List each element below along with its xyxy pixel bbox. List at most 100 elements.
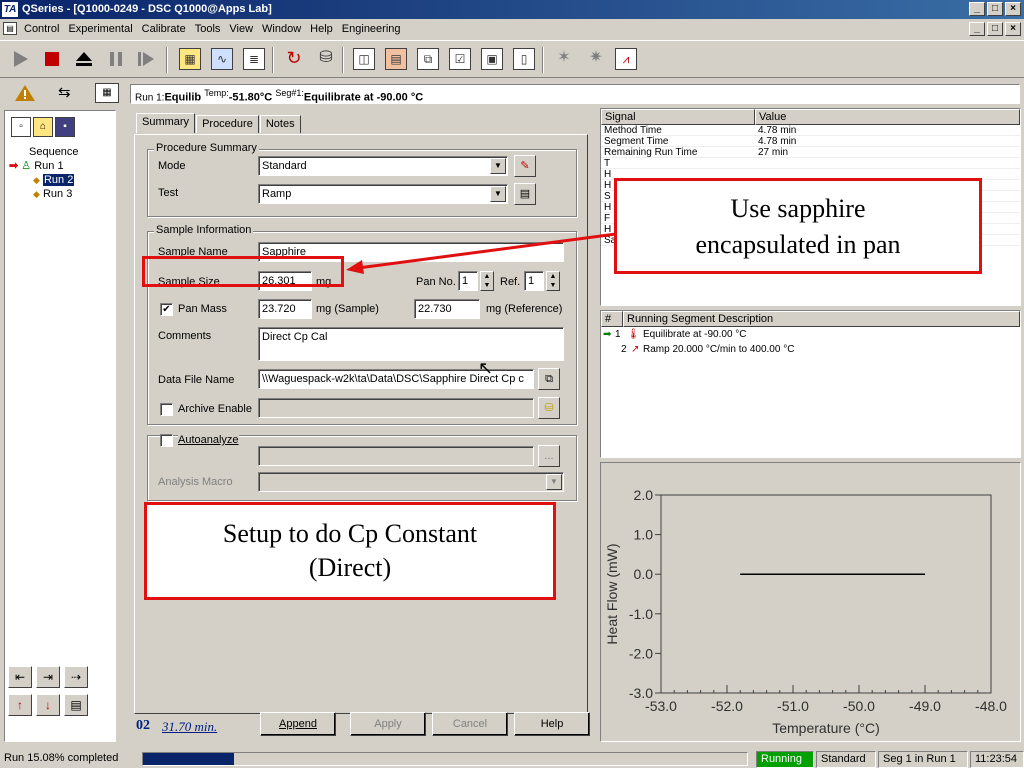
pause-icon xyxy=(110,52,122,66)
signal-plot-button[interactable]: ∿ xyxy=(208,45,236,73)
menu-tools[interactable]: Tools xyxy=(195,23,221,35)
comments-input[interactable]: Direct Cp Cal xyxy=(258,327,564,361)
transfer-icon[interactable]: ⇆ xyxy=(58,83,71,101)
window-title: QSeries - [Q1000-0249 - DSC Q1000@Apps L… xyxy=(22,3,272,15)
gradient-button[interactable]: ▤ xyxy=(382,45,410,73)
maximize-button[interactable]: □ xyxy=(987,2,1003,16)
wizard-button[interactable]: ✶ xyxy=(550,45,578,73)
browse-file-icon[interactable]: ⧉ xyxy=(538,368,560,390)
x-tick-label: -49.0 xyxy=(909,698,941,714)
help-button[interactable]: Help xyxy=(514,712,590,736)
stop-button[interactable] xyxy=(38,45,66,73)
heat-flow-chart[interactable]: 2.01.00.0-1.0-2.0-3.0-53.0 -52.0 -51.0 -50.… xyxy=(601,463,1020,741)
instrument-view-button[interactable]: ▦ xyxy=(176,45,204,73)
run-label: Run 1: xyxy=(135,92,165,104)
archive-enable-checkbox[interactable] xyxy=(160,403,173,416)
current-segment-arrow-icon: ➡ xyxy=(603,329,612,340)
segment-description-header[interactable]: Running Segment Description xyxy=(623,311,1020,327)
database-icon[interactable]: ⛁ xyxy=(538,397,560,419)
checklist-button[interactable]: ☑ xyxy=(446,45,474,73)
signal-value: 4.78 min xyxy=(758,136,797,147)
segment-number-header[interactable]: # xyxy=(601,311,623,327)
display-icon[interactable]: ▦ xyxy=(95,83,119,103)
sapphire-callout: Use sapphire encapsulated in pan xyxy=(614,178,982,274)
next-segment-button[interactable] xyxy=(132,45,160,73)
edit-method-icon[interactable]: ✎ xyxy=(514,155,536,177)
table-row[interactable]: T xyxy=(601,158,1020,169)
insert-before-icon[interactable]: ⇤ xyxy=(8,666,32,688)
list-view-button[interactable]: ≣ xyxy=(240,45,268,73)
tab-summary[interactable]: Summary xyxy=(136,113,196,133)
pause-button[interactable] xyxy=(102,45,130,73)
wizard-alt-button[interactable]: ✷ xyxy=(582,45,610,73)
sample-information-title: Sample Information xyxy=(154,224,254,236)
open-folder-icon[interactable]: ⌂ xyxy=(33,117,53,137)
mouse-cursor-icon: ↖ xyxy=(478,358,494,378)
table-row[interactable]: Method Time 4.78 min xyxy=(601,125,1020,136)
calibrate-button[interactable]: ↻ xyxy=(280,45,308,73)
analysis-macro-select: ▼ xyxy=(258,472,564,492)
child-window-icon[interactable]: ▤ xyxy=(3,22,17,35)
menu-help[interactable]: Help xyxy=(310,23,333,35)
child-restore-button[interactable]: □ xyxy=(987,22,1003,36)
append-run-icon[interactable]: ⇢ xyxy=(64,666,88,688)
clock: 11:23:54 xyxy=(970,751,1024,768)
eject-button[interactable] xyxy=(70,45,98,73)
cancel-button: Cancel xyxy=(432,712,508,736)
report-button[interactable]: ▯ xyxy=(510,45,538,73)
test-select[interactable]: Ramp ▼ xyxy=(258,184,508,204)
table-row[interactable]: Remaining Run Time 27 min xyxy=(601,147,1020,158)
menu-calibrate[interactable]: Calibrate xyxy=(142,23,186,35)
signal-name: Segment Time xyxy=(604,136,669,147)
menu-view[interactable]: View xyxy=(229,23,253,35)
menu-engineering[interactable]: Engineering xyxy=(342,23,401,35)
tab-notes[interactable]: Notes xyxy=(259,115,301,133)
signal-display-button[interactable]: ⩘ xyxy=(612,45,640,73)
edit-test-icon[interactable]: ▤ xyxy=(514,183,536,205)
close-button[interactable]: × xyxy=(1005,2,1021,16)
pan-button[interactable]: ◫ xyxy=(350,45,378,73)
insert-after-icon[interactable]: ⇥ xyxy=(36,666,60,688)
storage-button[interactable]: ▣ xyxy=(478,45,506,73)
signal-column-header[interactable]: Signal xyxy=(601,109,755,125)
child-close-button[interactable]: × xyxy=(1005,22,1021,36)
table-row[interactable]: Segment Time 4.78 min xyxy=(601,136,1020,147)
sequence-item-run2[interactable]: ◆ Run 2 xyxy=(9,173,79,187)
delete-run-icon[interactable]: ▤ xyxy=(64,694,88,716)
signal-value: 4.78 min xyxy=(758,125,797,136)
warning-icon[interactable] xyxy=(14,83,36,106)
value-column-header[interactable]: Value xyxy=(755,109,1020,125)
minimize-button[interactable]: _ xyxy=(969,2,985,16)
mode-select[interactable]: Standard ▼ xyxy=(258,156,508,176)
image-button[interactable]: ⧉ xyxy=(414,45,442,73)
pan-mass-checkbox[interactable]: ✔ xyxy=(160,303,173,316)
sequence-item-run1[interactable]: ➡ ♙ Run 1 xyxy=(9,159,79,173)
start-button[interactable] xyxy=(6,45,34,73)
signal-name: Method Time xyxy=(604,125,662,136)
sequence-item-run3[interactable]: ◆ Run 3 xyxy=(9,187,79,201)
new-file-icon[interactable]: ▫ xyxy=(11,117,31,137)
move-down-icon[interactable]: ↓ xyxy=(36,694,60,716)
child-minimize-button[interactable]: _ xyxy=(969,22,985,36)
menu-experimental[interactable]: Experimental xyxy=(68,23,132,35)
save-icon[interactable]: ▪ xyxy=(55,117,75,137)
menu-window[interactable]: Window xyxy=(262,23,301,35)
autoanalyze-checkbox[interactable] xyxy=(160,434,173,447)
pan-mass-reference-input[interactable]: 22.730 xyxy=(414,299,480,319)
move-up-icon[interactable]: ↑ xyxy=(8,694,32,716)
menu-control[interactable]: Control xyxy=(24,23,59,35)
run-setup-panel: Summary Procedure Notes Procedure Summar… xyxy=(120,110,596,742)
next-segment-icon xyxy=(138,52,154,66)
chevron-down-icon[interactable]: ▼ xyxy=(490,158,506,174)
cancel-button-label: Cancel xyxy=(452,718,488,730)
table-row[interactable]: 2 ↗ Ramp 20.000 °C/min to 400.00 °C xyxy=(601,342,1020,357)
pan-mass-sample-input[interactable]: 23.720 xyxy=(258,299,312,319)
sequence-root[interactable]: Sequence xyxy=(9,145,79,159)
append-button[interactable]: Append xyxy=(260,712,336,736)
archive-enable-label: Archive Enable xyxy=(178,403,252,415)
segment-description: Equilibrate at -90.00 °C xyxy=(643,329,747,340)
cell-button[interactable]: ⛁ xyxy=(312,45,340,73)
table-row[interactable]: ➡ 1 🌡 Equilibrate at -90.00 °C xyxy=(601,327,1020,342)
tab-procedure[interactable]: Procedure xyxy=(196,115,259,133)
chevron-down-icon[interactable]: ▼ xyxy=(490,186,506,202)
